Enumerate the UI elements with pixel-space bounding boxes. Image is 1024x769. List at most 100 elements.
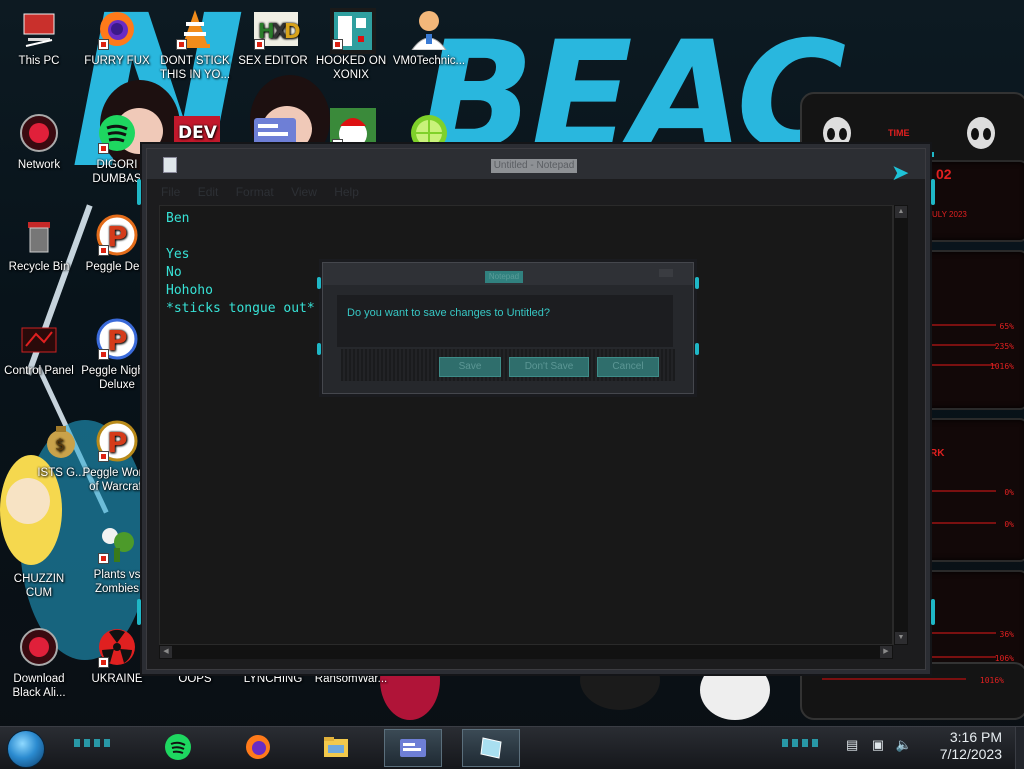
desktop-icon-control-panel[interactable]: Control Panel [0, 318, 78, 378]
taskbar-file-explorer[interactable] [308, 729, 364, 765]
desktop-icon-network[interactable]: Network [0, 112, 78, 172]
alienware-orb-icon [18, 112, 60, 154]
desktop-icon-ukraine[interactable]: UKRAINE [78, 626, 156, 686]
cancel-button[interactable]: Cancel [597, 357, 659, 377]
notepad-icon [480, 737, 502, 759]
start-button[interactable] [7, 730, 45, 768]
spotify-icon [165, 734, 191, 760]
gadget-disk-panel: 36% 106% [920, 570, 1024, 672]
icon-label: Peggle Delu [85, 261, 149, 273]
desktop-icon-hooked-on-xonix[interactable]: HOOKED ON XONIX [312, 8, 390, 82]
taskbar-firefox[interactable] [230, 729, 286, 765]
window-frame-accent [317, 277, 321, 289]
dialog-close-icon[interactable] [659, 269, 673, 277]
save-changes-dialog[interactable]: Notepad Do you want to save changes to U… [317, 262, 699, 394]
scroll-down-icon[interactable]: ▼ [895, 632, 907, 644]
notepad-window[interactable]: Untitled - Notepad ➤ File Edit Format Vi… [137, 148, 935, 670]
notepad-title: Untitled - Notepad [491, 159, 577, 173]
gadget-bar [928, 364, 996, 366]
desktop-icon-lynching[interactable]: LYNCHING [234, 672, 312, 686]
desktop-icon-sex-editor[interactable]: HXD SEX EDITOR [234, 8, 312, 68]
gadget-readout: 1016% [979, 676, 1004, 685]
scroll-up-icon[interactable]: ▲ [895, 206, 907, 218]
notepad-app-icon [163, 157, 177, 173]
gadget-readout: 235% [994, 342, 1014, 351]
icon-label: CHUZZIN CUM [13, 573, 65, 599]
scroll-right-icon[interactable]: ▶ [880, 646, 892, 658]
volume-icon[interactable]: 🔈 [896, 737, 912, 752]
money-bag-icon: $ [40, 420, 82, 462]
dev-text: DEV [178, 123, 218, 143]
window-frame-accent [695, 277, 699, 289]
notepad-titlebar[interactable]: Untitled - Notepad ➤ [147, 149, 925, 184]
control-panel-icon [18, 318, 60, 360]
window-frame-accent [931, 179, 935, 205]
desktop-icon-peggle-nights[interactable]: P Peggle Nights Deluxe [78, 318, 156, 392]
gadget-bar [928, 522, 996, 524]
taskbar: ▤ ▣ 🔈 3:16 PM 7/12/2023 [0, 726, 1024, 769]
save-button[interactable]: Save [439, 357, 501, 377]
icon-label: This PC [18, 55, 60, 67]
menu-view[interactable]: View [291, 185, 317, 199]
window-frame-accent [137, 599, 141, 625]
icon-label: Recycle Bin [8, 261, 70, 273]
desktop-icon-download-black[interactable]: Download Black Ali... [0, 626, 78, 700]
window-frame-accent [317, 343, 321, 355]
gadget-readout: 1016% [989, 362, 1014, 371]
svg-text:D: D [284, 19, 300, 43]
gadget-cpu-panel: 65% 235% 1016% [920, 250, 1024, 410]
gadget-memory-panel: RK 0% 0% [920, 418, 1024, 562]
vertical-scrollbar[interactable]: ▲ ▼ [893, 205, 908, 645]
monitor-icon[interactable]: ▣ [872, 737, 884, 752]
gadget-date: 02 [936, 166, 952, 182]
notepad-menubar: File Edit Format View Help [161, 185, 373, 199]
text-line: Ben [166, 211, 190, 226]
network-icon[interactable]: ▤ [846, 737, 858, 752]
desktop-icon-plants-vs-zombies[interactable]: Plants vs Zombies [78, 522, 156, 596]
taskbar-clock[interactable]: 3:16 PM 7/12/2023 [940, 729, 1002, 763]
horizontal-scrollbar[interactable]: ◀ ▶ [159, 645, 893, 659]
desktop-icon-ransomware[interactable]: RansomWar... [312, 672, 390, 686]
taskbar-card-app[interactable] [384, 729, 442, 767]
desktop-icon-furry-fux[interactable]: FURRY FUX [78, 8, 156, 68]
desktop-icon-recycle-bin[interactable]: Recycle Bin [0, 214, 78, 274]
close-icon[interactable]: ➤ [891, 162, 917, 184]
taskbar-notepad[interactable] [462, 729, 520, 767]
menu-edit[interactable]: Edit [198, 185, 219, 199]
desktop-icon-digori-dumbas[interactable]: DIGORI DUMBAS [78, 112, 156, 186]
taskbar-decoration [74, 739, 114, 747]
recycle-bin-icon [18, 214, 60, 256]
dont-save-button[interactable]: Don't Save [509, 357, 589, 377]
doctor-icon [408, 8, 450, 51]
menu-help[interactable]: Help [334, 185, 359, 199]
svg-text:$: $ [55, 435, 65, 454]
icon-label: Peggle World of Warcraft [82, 467, 152, 493]
svg-text:P: P [107, 220, 128, 253]
dialog-message-area: Do you want to save changes to Untitled? [337, 295, 673, 347]
scroll-left-icon[interactable]: ◀ [160, 646, 172, 658]
alien-head-icon [823, 117, 851, 149]
gadget-readout: 0% [1004, 488, 1014, 497]
dialog-button-bar: Save Don't Save Cancel [341, 349, 675, 381]
desktop-icon-peggle-wow[interactable]: P Peggle World of Warcraft [78, 420, 156, 494]
desktop-icon-vm0technic[interactable]: VM0Technic... [390, 8, 468, 68]
desktop-icon-dont-stick[interactable]: DONT STICK THIS IN YO... [156, 8, 234, 82]
desktop-icon-peggle-deluxe[interactable]: P Peggle Delu [78, 214, 156, 274]
alienware-orb-icon [18, 626, 60, 668]
desktop-icon-oops[interactable]: OOPS [156, 672, 234, 686]
taskbar-spotify[interactable] [150, 729, 206, 765]
dialog-titlebar[interactable]: Notepad [323, 263, 693, 285]
icon-label: HOOKED ON XONIX [315, 55, 387, 81]
desktop-icon-chuzzin-cum[interactable]: CHUZZIN CUM [0, 572, 78, 600]
gadget-readout: 0% [1004, 520, 1014, 529]
window-frame-accent [931, 599, 935, 625]
menu-file[interactable]: File [161, 185, 180, 199]
firefox-icon [96, 8, 138, 50]
show-desktop-button[interactable] [1015, 727, 1024, 769]
gadget-month: JULY 2023 [928, 210, 967, 219]
hxd-icon: HXD [252, 8, 301, 50]
desktop-icon-this-pc[interactable]: This PC [0, 8, 78, 68]
menu-format[interactable]: Format [236, 185, 274, 199]
icon-label: Download Black Ali... [12, 673, 66, 699]
icon-label: RansomWar... [314, 673, 388, 685]
